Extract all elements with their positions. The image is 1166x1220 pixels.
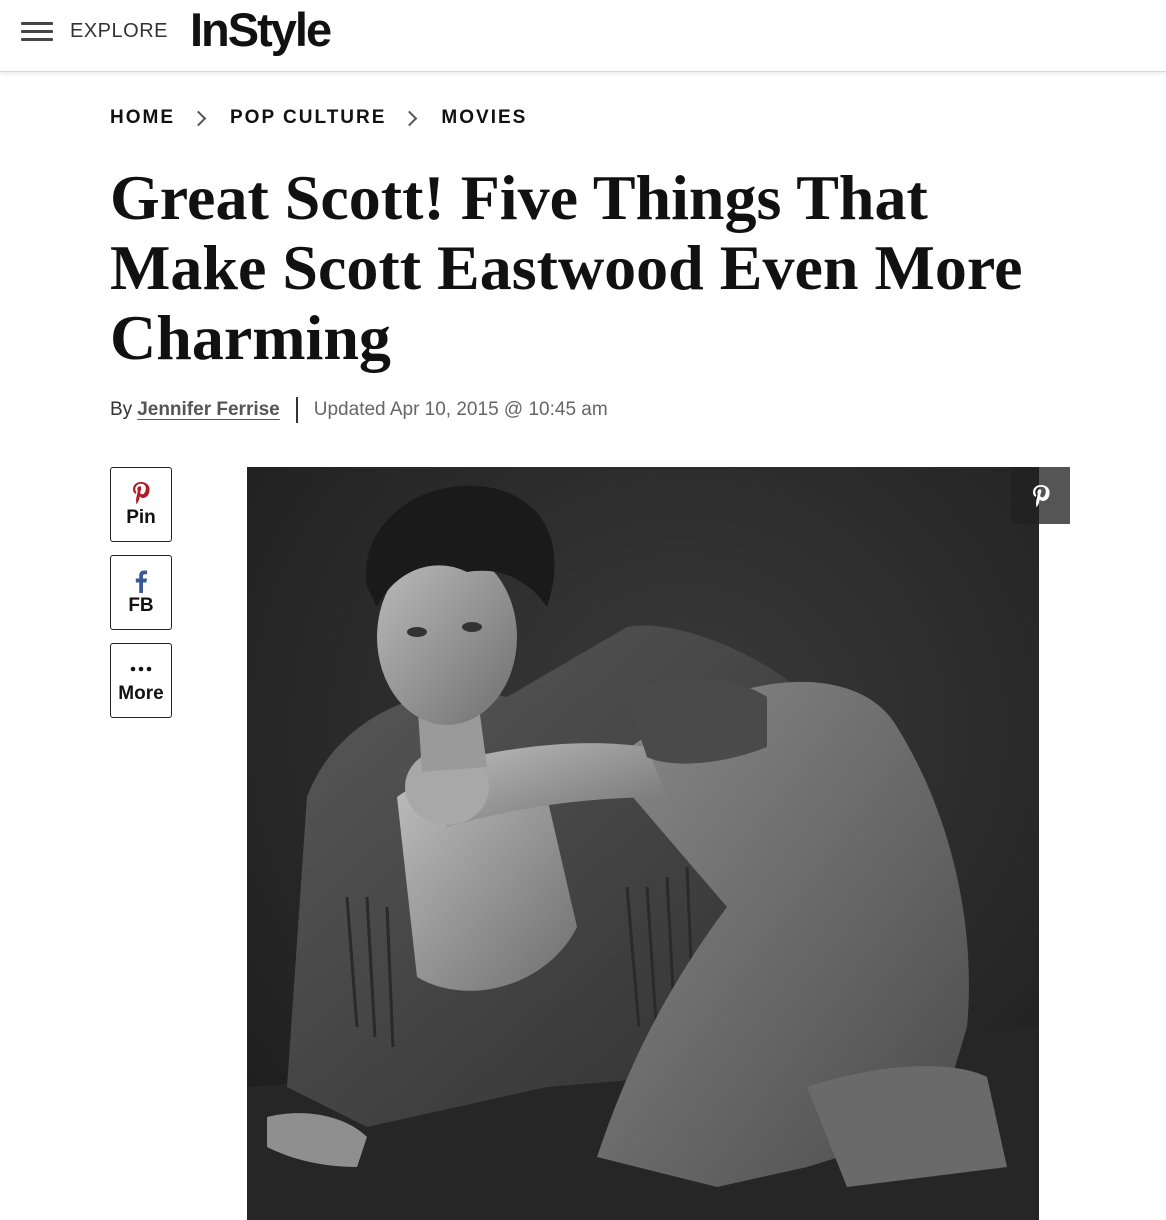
facebook-share-button[interactable]: FB	[110, 555, 172, 630]
breadcrumb: HOME POP CULTURE MOVIES	[110, 107, 527, 129]
author-link[interactable]: Jennifer Ferrise	[137, 399, 280, 421]
portrait-image	[247, 467, 1039, 1220]
breadcrumb-home[interactable]: HOME	[110, 107, 175, 129]
image-pin-button[interactable]	[1011, 467, 1070, 524]
by-prefix: By	[110, 399, 133, 420]
breadcrumb-movies[interactable]: MOVIES	[441, 107, 527, 129]
updated-date: Updated Apr 10, 2015 @ 10:45 am	[313, 399, 608, 420]
article-title: Great Scott! Five Things That Make Scott…	[110, 162, 1023, 373]
chevron-right-icon	[190, 110, 207, 126]
menu-icon[interactable]	[21, 21, 53, 43]
pinterest-icon	[1032, 484, 1050, 507]
chevron-right-icon	[402, 110, 418, 126]
byline: By Jennifer Ferrise Updated Apr 10, 2015…	[110, 397, 608, 423]
site-header: EXPLORE InStyle	[0, 0, 1166, 72]
facebook-icon	[135, 570, 148, 593]
pin-share-button[interactable]: Pin	[110, 467, 172, 542]
pin-label: Pin	[126, 506, 156, 528]
fb-label: FB	[128, 594, 154, 616]
hero-photo	[247, 467, 1039, 1220]
more-share-button[interactable]: More	[110, 643, 172, 718]
explore-link[interactable]: EXPLORE	[70, 20, 168, 43]
byline-divider	[295, 397, 298, 423]
more-label: More	[118, 682, 164, 704]
more-dots-icon	[130, 666, 152, 671]
breadcrumb-pop-culture[interactable]: POP CULTURE	[230, 107, 386, 129]
pinterest-icon	[133, 481, 150, 504]
instyle-logo[interactable]: InStyle	[190, 2, 332, 57]
